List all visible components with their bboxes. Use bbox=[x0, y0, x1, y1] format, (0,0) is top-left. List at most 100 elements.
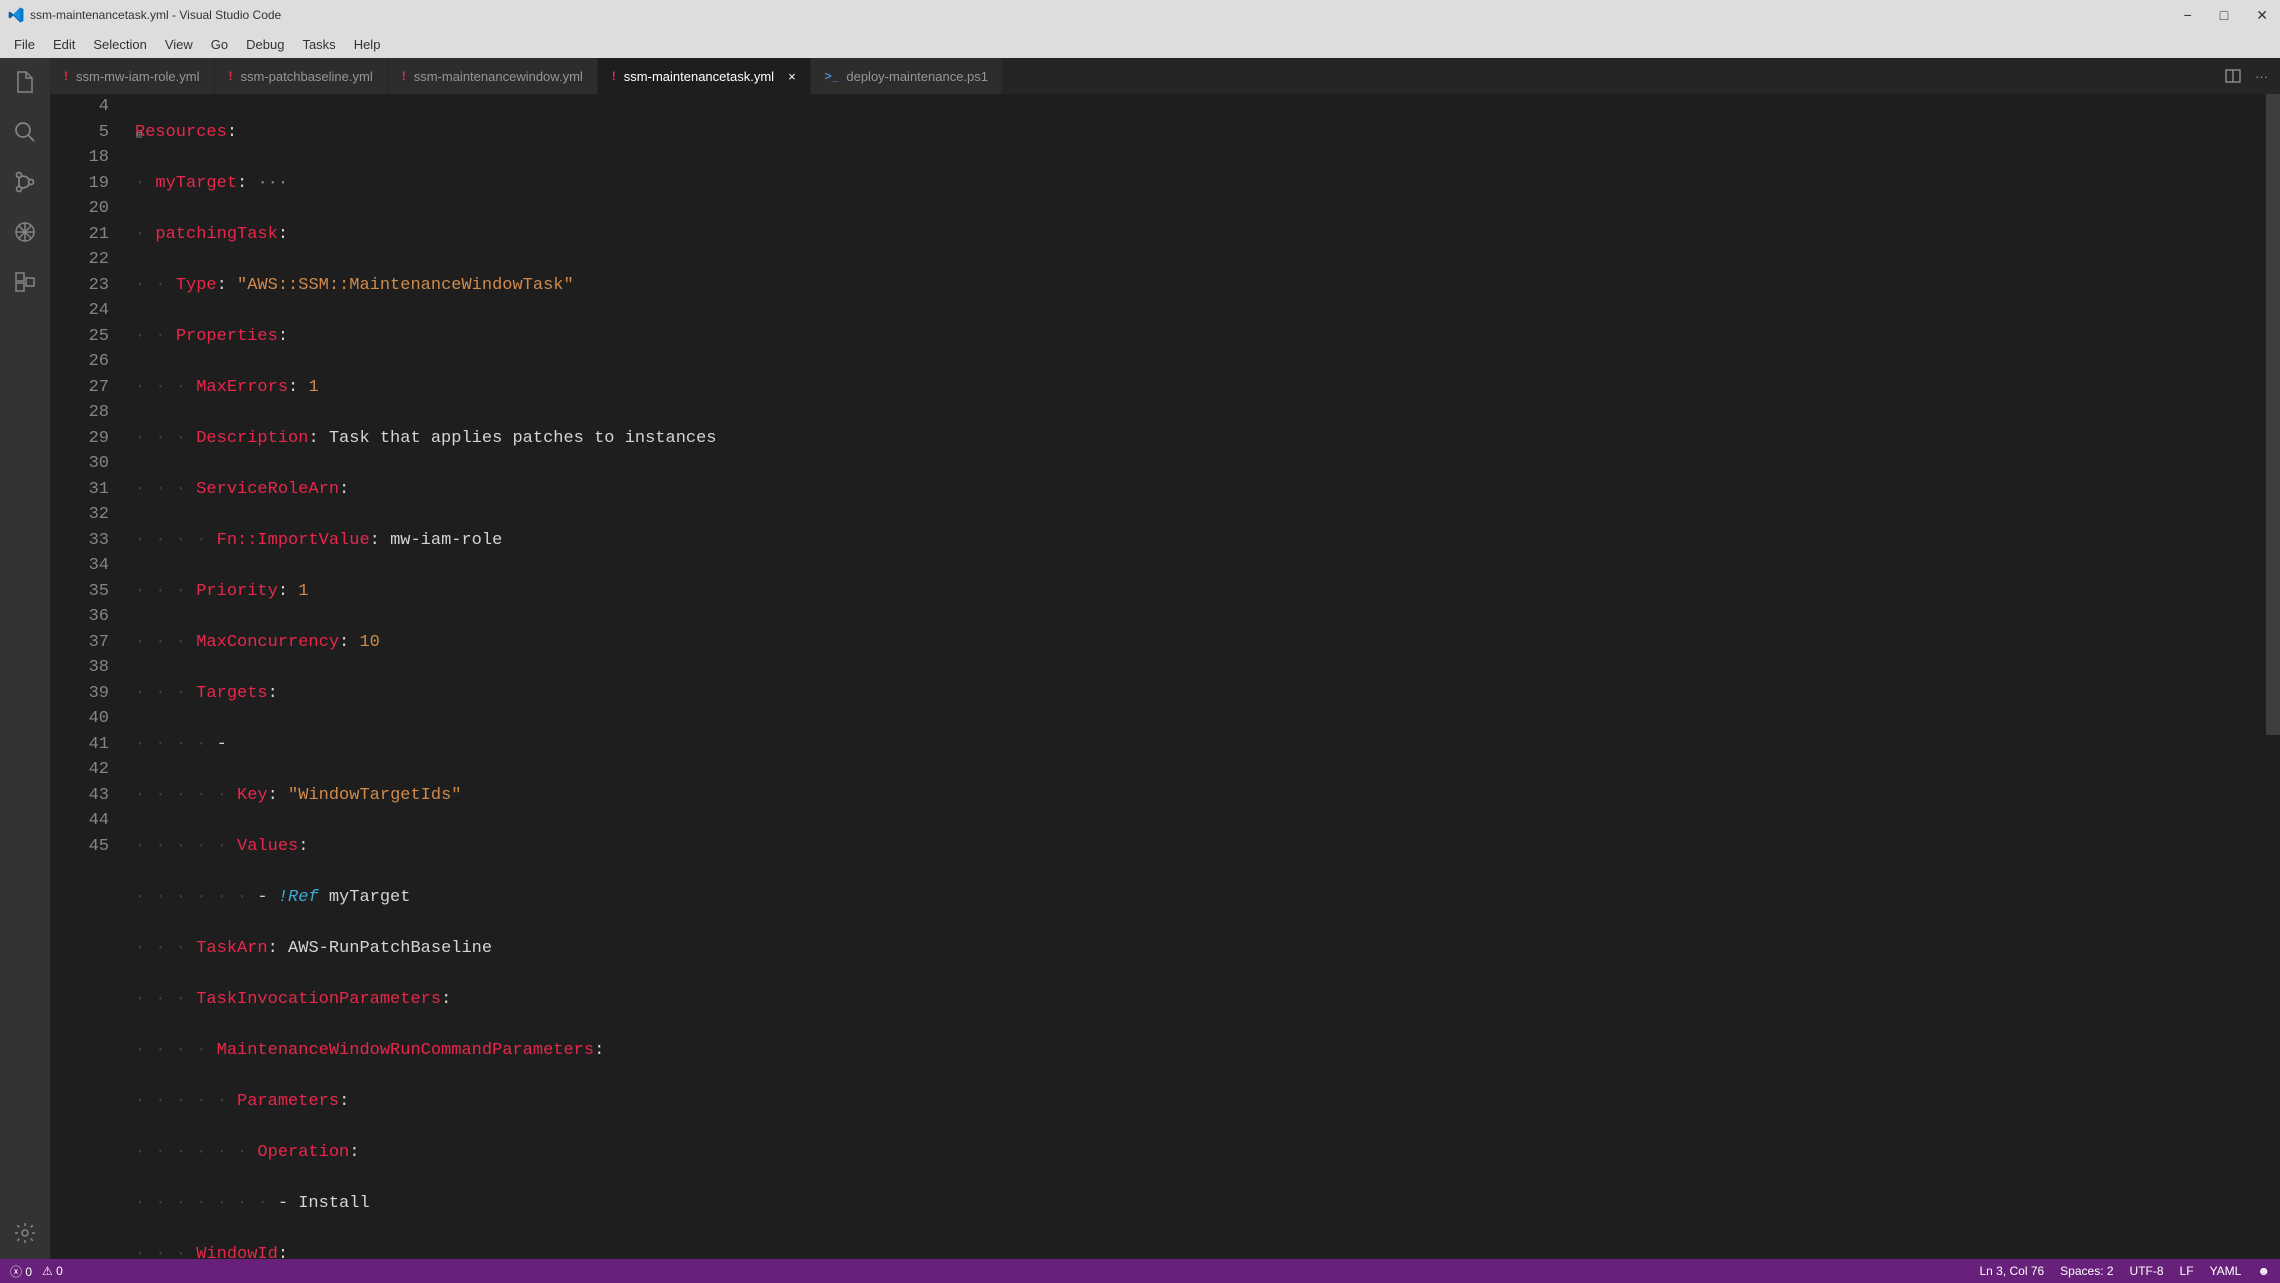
line-number: 43 bbox=[50, 783, 109, 809]
code-token: !Ref bbox=[278, 888, 319, 907]
code-token: Type bbox=[176, 276, 217, 295]
scrollbar-thumb[interactable] bbox=[2266, 94, 2280, 735]
close-button[interactable]: ✕ bbox=[2256, 7, 2268, 24]
editor-actions: ··· bbox=[2225, 58, 2280, 94]
menu-edit[interactable]: Edit bbox=[45, 33, 83, 56]
code-token: : bbox=[268, 684, 278, 703]
code-token: TaskInvocationParameters bbox=[196, 990, 441, 1009]
line-number: 25 bbox=[50, 324, 109, 350]
line-number: 23 bbox=[50, 273, 109, 299]
error-count: 0 bbox=[25, 1265, 32, 1279]
code-token: : bbox=[217, 276, 237, 295]
line-number: 24 bbox=[50, 298, 109, 324]
main-area: ! ssm-mw-iam-role.yml ! ssm-patchbaselin… bbox=[0, 58, 2280, 1259]
line-number: 32 bbox=[50, 502, 109, 528]
yaml-file-icon: ! bbox=[612, 69, 616, 83]
code-editor[interactable]: 4 5 18 19 20 21 22 23 24 25 26 27 28 29 … bbox=[50, 94, 2280, 1259]
maximize-button[interactable]: □ bbox=[2220, 7, 2228, 24]
activity-bar bbox=[0, 58, 50, 1259]
minimize-button[interactable]: − bbox=[2184, 7, 2192, 24]
code-token: - bbox=[257, 888, 277, 907]
code-token: MaxConcurrency bbox=[196, 633, 339, 652]
menu-selection[interactable]: Selection bbox=[85, 33, 154, 56]
code-token: Targets bbox=[196, 684, 267, 703]
line-number: 28 bbox=[50, 400, 109, 426]
code-token: ServiceRoleArn bbox=[196, 480, 339, 499]
status-language[interactable]: YAML bbox=[2210, 1264, 2242, 1278]
line-number-gutter: 4 5 18 19 20 21 22 23 24 25 26 27 28 29 … bbox=[50, 94, 135, 1259]
split-editor-icon[interactable] bbox=[2225, 68, 2241, 84]
line-number: 45 bbox=[50, 834, 109, 860]
menu-go[interactable]: Go bbox=[203, 33, 236, 56]
line-number: 35 bbox=[50, 579, 109, 605]
tab-label: ssm-mw-iam-role.yml bbox=[76, 69, 200, 84]
status-encoding[interactable]: UTF-8 bbox=[2130, 1264, 2164, 1278]
line-number: 18 bbox=[50, 145, 109, 171]
search-icon[interactable] bbox=[11, 118, 39, 146]
line-number: 20 bbox=[50, 196, 109, 222]
code-token: AWS-RunPatchBaseline bbox=[288, 939, 492, 958]
status-warnings[interactable]: ⚠ 0 bbox=[42, 1264, 63, 1278]
window-title: ssm-maintenancetask.yml - Visual Studio … bbox=[30, 8, 281, 22]
code-token: : bbox=[298, 837, 308, 856]
menu-debug[interactable]: Debug bbox=[238, 33, 292, 56]
tab-ssm-maintenancewindow[interactable]: ! ssm-maintenancewindow.yml bbox=[388, 58, 598, 94]
tab-deploy-maintenance[interactable]: >_ deploy-maintenance.ps1 bbox=[811, 58, 1003, 94]
line-number: 30 bbox=[50, 451, 109, 477]
line-number: 19 bbox=[50, 171, 109, 197]
status-cursor-position[interactable]: Ln 3, Col 76 bbox=[1979, 1264, 2044, 1278]
title-bar: ssm-maintenancetask.yml - Visual Studio … bbox=[0, 0, 2280, 30]
line-number: 26 bbox=[50, 349, 109, 375]
status-eol[interactable]: LF bbox=[2180, 1264, 2194, 1278]
fold-collapsed-icon[interactable]: ⊞ bbox=[136, 124, 142, 150]
feedback-smiley-icon[interactable]: ☻ bbox=[2257, 1264, 2270, 1278]
tab-label: deploy-maintenance.ps1 bbox=[846, 69, 988, 84]
menu-help[interactable]: Help bbox=[346, 33, 389, 56]
more-actions-icon[interactable]: ··· bbox=[2255, 69, 2268, 84]
close-tab-icon[interactable]: × bbox=[788, 69, 796, 84]
extensions-icon[interactable] bbox=[11, 268, 39, 296]
line-number: 38 bbox=[50, 655, 109, 681]
line-number: 41 bbox=[50, 732, 109, 758]
code-token: : bbox=[594, 1041, 604, 1060]
yaml-file-icon: ! bbox=[64, 69, 68, 83]
code-token: : bbox=[339, 480, 349, 499]
menu-view[interactable]: View bbox=[157, 33, 201, 56]
line-number: 22 bbox=[50, 247, 109, 273]
source-control-icon[interactable] bbox=[11, 168, 39, 196]
code-content[interactable]: Resources: · myTarget: ··· · patchingTas… bbox=[135, 94, 2280, 1259]
explorer-icon[interactable] bbox=[11, 68, 39, 96]
vscode-logo-icon bbox=[8, 7, 24, 23]
debug-icon[interactable] bbox=[11, 218, 39, 246]
warning-count: 0 bbox=[56, 1264, 63, 1278]
vertical-scrollbar[interactable] bbox=[2266, 94, 2280, 1259]
code-token: : bbox=[349, 1143, 359, 1162]
tab-ssm-mw-iam-role[interactable]: ! ssm-mw-iam-role.yml bbox=[50, 58, 215, 94]
code-token: : bbox=[339, 1092, 349, 1111]
warning-icon: ⚠ bbox=[42, 1264, 53, 1278]
status-errors[interactable]: ⓧ 0 bbox=[10, 1263, 32, 1280]
menu-file[interactable]: File bbox=[6, 33, 43, 56]
code-token: Properties bbox=[176, 327, 278, 346]
code-token: : bbox=[339, 633, 359, 652]
line-number: 36 bbox=[50, 604, 109, 630]
code-token: : bbox=[278, 327, 288, 346]
yaml-file-icon: ! bbox=[402, 69, 406, 83]
code-token: Fn::ImportValue bbox=[217, 531, 370, 550]
line-number: 5 bbox=[50, 120, 109, 146]
folded-code-indicator[interactable]: ··· bbox=[257, 174, 288, 193]
code-token: Description bbox=[196, 429, 308, 448]
settings-gear-icon[interactable] bbox=[11, 1219, 39, 1247]
line-number: 29 bbox=[50, 426, 109, 452]
line-number: 37 bbox=[50, 630, 109, 656]
powershell-file-icon: >_ bbox=[825, 69, 839, 83]
tab-ssm-maintenancetask[interactable]: ! ssm-maintenancetask.yml × bbox=[598, 58, 811, 94]
code-token: MaintenanceWindowRunCommandParameters bbox=[217, 1041, 594, 1060]
menu-bar: File Edit Selection View Go Debug Tasks … bbox=[0, 30, 2280, 58]
status-indentation[interactable]: Spaces: 2 bbox=[2060, 1264, 2113, 1278]
menu-tasks[interactable]: Tasks bbox=[294, 33, 343, 56]
tab-ssm-patchbaseline[interactable]: ! ssm-patchbaseline.yml bbox=[215, 58, 388, 94]
line-number: 44 bbox=[50, 808, 109, 834]
yaml-file-icon: ! bbox=[229, 69, 233, 83]
code-token: : bbox=[237, 174, 257, 193]
